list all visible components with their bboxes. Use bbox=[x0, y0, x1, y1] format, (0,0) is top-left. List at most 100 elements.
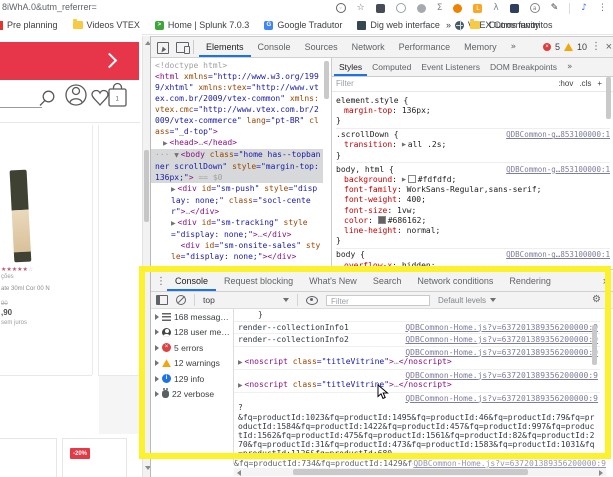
dom-tree-node[interactable]: <html xmlns="http://www.w3.org/1999/xhtm… bbox=[151, 71, 323, 137]
tabs-overflow-chevron[interactable]: » bbox=[504, 37, 524, 57]
product-image[interactable] bbox=[6, 169, 37, 264]
tab-performance[interactable]: Performance bbox=[392, 37, 458, 57]
css-rule[interactable]: QDBCommon-g…853100000:1body, html {backg… bbox=[336, 163, 610, 249]
scroll-left-icon[interactable] bbox=[237, 470, 241, 476]
ext-pixel-icon[interactable] bbox=[510, 4, 519, 13]
console-filter-group-168-messag[interactable]: 168 messag… bbox=[151, 309, 233, 325]
ext-lighthouse-icon[interactable]: L bbox=[473, 4, 482, 13]
tab-console[interactable]: Console bbox=[167, 272, 216, 291]
tab-request-blocking[interactable]: Request blocking bbox=[216, 272, 301, 291]
console-message[interactable]: } bbox=[234, 309, 600, 322]
console-filter-group-129-info[interactable]: i129 info bbox=[151, 371, 233, 387]
tab-computed[interactable]: Computed bbox=[367, 58, 416, 76]
inspect-element-icon[interactable] bbox=[157, 42, 169, 54]
console-filter-group-5-errors[interactable]: ×5 errors bbox=[151, 340, 233, 356]
expand-icon[interactable] bbox=[155, 360, 159, 366]
log-levels-dropdown[interactable]: Default levels bbox=[438, 296, 496, 305]
warning-count-icon[interactable] bbox=[564, 43, 573, 51]
url-text[interactable]: 8iWhA.0&utm_referrer= bbox=[2, 2, 97, 12]
error-count[interactable]: 5 bbox=[555, 42, 560, 52]
scrollbar-thumb[interactable] bbox=[293, 469, 528, 475]
styles-scrollbar[interactable] bbox=[605, 55, 613, 247]
other-bookmarks-button[interactable]: Outros favoritos bbox=[489, 20, 553, 30]
tab-search[interactable]: Search bbox=[365, 272, 410, 291]
console-sidebar-toggle-icon[interactable] bbox=[156, 295, 168, 305]
tab-network[interactable]: Network bbox=[345, 37, 392, 57]
css-property[interactable]: margin-top: 136px; bbox=[336, 106, 610, 116]
css-property[interactable]: line-height: normal; bbox=[336, 226, 610, 236]
css-property[interactable]: font-family: WorkSans-Regular,sans-serif… bbox=[336, 185, 610, 195]
drawer-menu-icon[interactable]: ⋮ bbox=[156, 272, 166, 292]
bookmark-item[interactable]: Dig web interface bbox=[357, 20, 440, 30]
tab-console[interactable]: Console bbox=[251, 37, 298, 57]
devtools-close-icon[interactable]: × bbox=[606, 37, 612, 57]
console-source-link[interactable]: QDBCommon-Home.js?v=637201389356200000:9 bbox=[238, 394, 598, 404]
console-html-node[interactable]: ▶ <noscript class="titleVitrine">…</nosc… bbox=[238, 380, 598, 391]
tab-sources[interactable]: Sources bbox=[298, 37, 345, 57]
ext-gray-dot-icon[interactable] bbox=[417, 4, 426, 13]
color-swatch[interactable] bbox=[378, 216, 386, 224]
bookmark-item[interactable]: GGoogle Tradutor bbox=[264, 20, 342, 30]
pseudo-state-toggle[interactable]: :hov bbox=[558, 79, 573, 88]
scrollbar-thumb[interactable] bbox=[606, 77, 611, 119]
expand-icon[interactable] bbox=[155, 314, 159, 320]
console-source-link[interactable]: QDBCommon-Home.js?v=637201389356200000:9 bbox=[405, 323, 598, 333]
expand-icon[interactable] bbox=[155, 345, 159, 351]
ext-lambda-icon[interactable]: λ bbox=[493, 3, 498, 13]
console-message[interactable]: QDBCommon-Home.js?v=637201389356200000:9… bbox=[234, 347, 600, 370]
product-card[interactable] bbox=[0, 438, 57, 477]
console-message[interactable]: QDBCommon-Home.js?v=637201389356200000:9… bbox=[234, 370, 600, 393]
dom-tree-node[interactable]: <!doctype html> bbox=[151, 60, 323, 71]
ext-pen-icon[interactable]: ✎ bbox=[551, 3, 559, 13]
new-style-rule-button[interactable]: + bbox=[597, 79, 602, 88]
device-toolbar-icon[interactable] bbox=[176, 42, 189, 53]
clear-console-icon[interactable] bbox=[176, 295, 186, 305]
cart-bag-icon[interactable] bbox=[109, 84, 126, 107]
tab-memory[interactable]: Memory bbox=[457, 37, 504, 57]
music-note-icon[interactable]: ♪ bbox=[581, 3, 587, 13]
hero-banner[interactable] bbox=[0, 42, 139, 80]
css-rule[interactable]: QDBCommon-g…853100000:1.scrollDown {tran… bbox=[336, 129, 610, 164]
tab-elements[interactable]: Elements bbox=[199, 37, 251, 57]
scrollbar-thumb[interactable] bbox=[144, 150, 149, 222]
live-expression-eye-icon[interactable] bbox=[306, 296, 318, 305]
console-source-link[interactable]: QDBCommon-Home.js?v=637201389356200000:9 bbox=[413, 459, 606, 468]
scroll-right-icon[interactable] bbox=[599, 470, 603, 476]
console-horizontal-scrollbar[interactable] bbox=[234, 468, 606, 476]
css-property[interactable]: background: ▶ #fdfdfd; bbox=[336, 175, 610, 185]
ext-shield-icon[interactable] bbox=[376, 4, 385, 13]
bookmark-item[interactable]: Pre planning bbox=[0, 20, 58, 30]
console-html-node[interactable]: ▶ <noscript class="titleVitrine">…</nosc… bbox=[238, 357, 598, 368]
css-rule-source-link[interactable]: QDBCommon-g…853100000:1 bbox=[506, 250, 610, 260]
scrollbar-thumb[interactable] bbox=[592, 325, 597, 365]
css-property[interactable]: color: #686162; bbox=[336, 216, 610, 226]
warning-count[interactable]: 10 bbox=[577, 42, 587, 52]
styles-filter-input[interactable]: Filter bbox=[336, 79, 354, 88]
css-rule[interactable]: element.style {margin-top: 136px;} bbox=[336, 94, 610, 129]
console-filter-group-128-user-me[interactable]: 128 user me… bbox=[151, 325, 233, 341]
ext-a-icon[interactable]: a bbox=[530, 3, 540, 13]
elements-scrollbar[interactable] bbox=[323, 58, 331, 268]
css-rule[interactable]: QDBCommon-g…853100000:1body {overflow-x:… bbox=[336, 249, 610, 269]
dom-tree-node[interactable]: ▶ <head>…</head> bbox=[151, 137, 323, 149]
expand-icon[interactable] bbox=[155, 391, 159, 397]
error-count-icon[interactable]: × bbox=[543, 43, 551, 51]
console-message[interactable]: QDBCommon-Home.js?v=637201389356200000:9… bbox=[234, 322, 600, 335]
tab-network-conditions[interactable]: Network conditions bbox=[409, 272, 501, 291]
console-filter-input[interactable]: Filter bbox=[326, 295, 430, 306]
browser-menu-dots-icon[interactable]: ⋮ bbox=[598, 3, 607, 13]
drawer-close-icon[interactable]: × bbox=[603, 272, 609, 292]
search-icon[interactable] bbox=[43, 91, 54, 102]
bookmarks-overflow-chevron[interactable]: » bbox=[446, 20, 451, 30]
console-source-link[interactable]: QDBCommon-Home.js?v=637201389356200000:9 bbox=[405, 335, 598, 345]
product-name[interactable]: ate 30ml Cor 00 N bbox=[1, 286, 89, 293]
console-message[interactable]: QDBCommon-Home.js?v=637201389356200000:9… bbox=[234, 334, 600, 347]
console-settings-gear-icon[interactable]: ⚙ bbox=[592, 294, 601, 305]
scrollbar-thumb[interactable] bbox=[324, 61, 329, 99]
color-swatch[interactable] bbox=[408, 175, 416, 183]
dom-tree-node[interactable]: ▶ <div id="sm-push" style="display: none… bbox=[151, 183, 323, 217]
css-property[interactable]: font-weight: 400; bbox=[336, 195, 610, 205]
css-property[interactable]: overflow-x: hidden; bbox=[336, 261, 610, 269]
bookmark-star-icon[interactable]: ☆ bbox=[357, 3, 365, 13]
browser-address-bar[interactable]: 8iWhA.0&utm_referrer= ◦☆ΣLλa✎♪⋮ bbox=[0, 0, 613, 16]
